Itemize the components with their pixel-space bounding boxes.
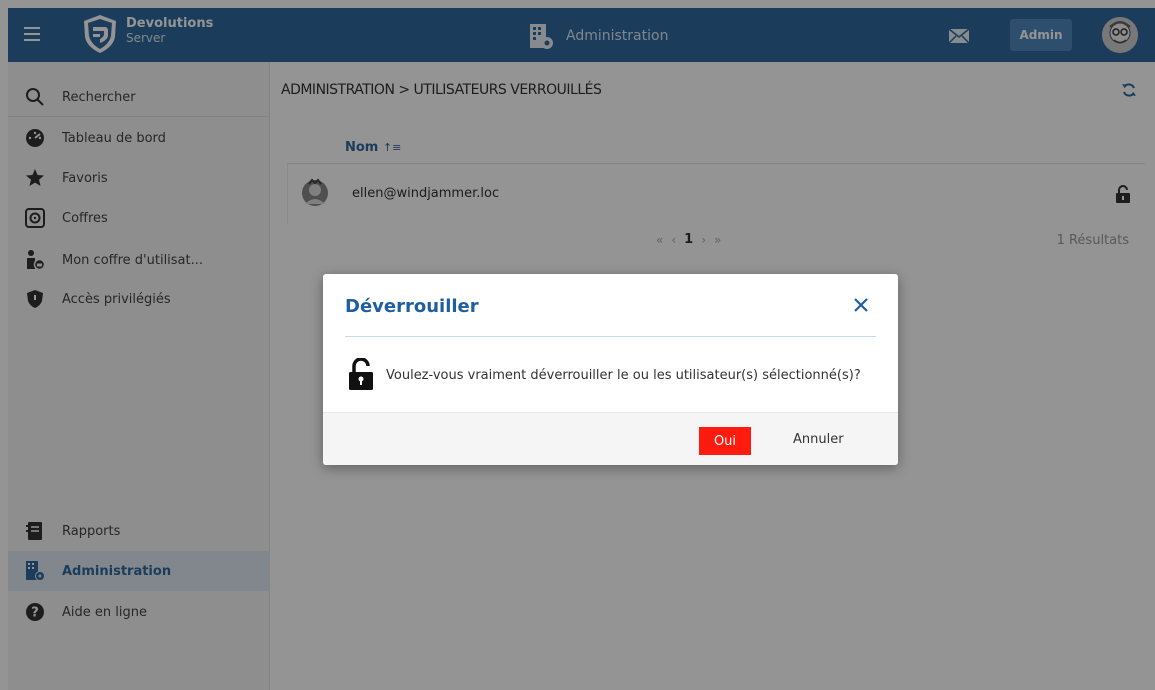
confirm-button[interactable]: Oui (699, 427, 751, 455)
dialog-footer: Oui Annuler (323, 412, 898, 465)
unlock-icon (349, 358, 373, 390)
dialog-title: Déverrouiller (345, 296, 479, 317)
cancel-button[interactable]: Annuler (793, 432, 844, 447)
close-icon[interactable] (852, 296, 870, 314)
dialog-divider (345, 336, 876, 337)
dialog-message: Voulez-vous vraiment déverrouiller le ou… (386, 368, 861, 383)
unlock-dialog: Déverrouiller Voulez-vous vraiment déver… (323, 274, 898, 465)
